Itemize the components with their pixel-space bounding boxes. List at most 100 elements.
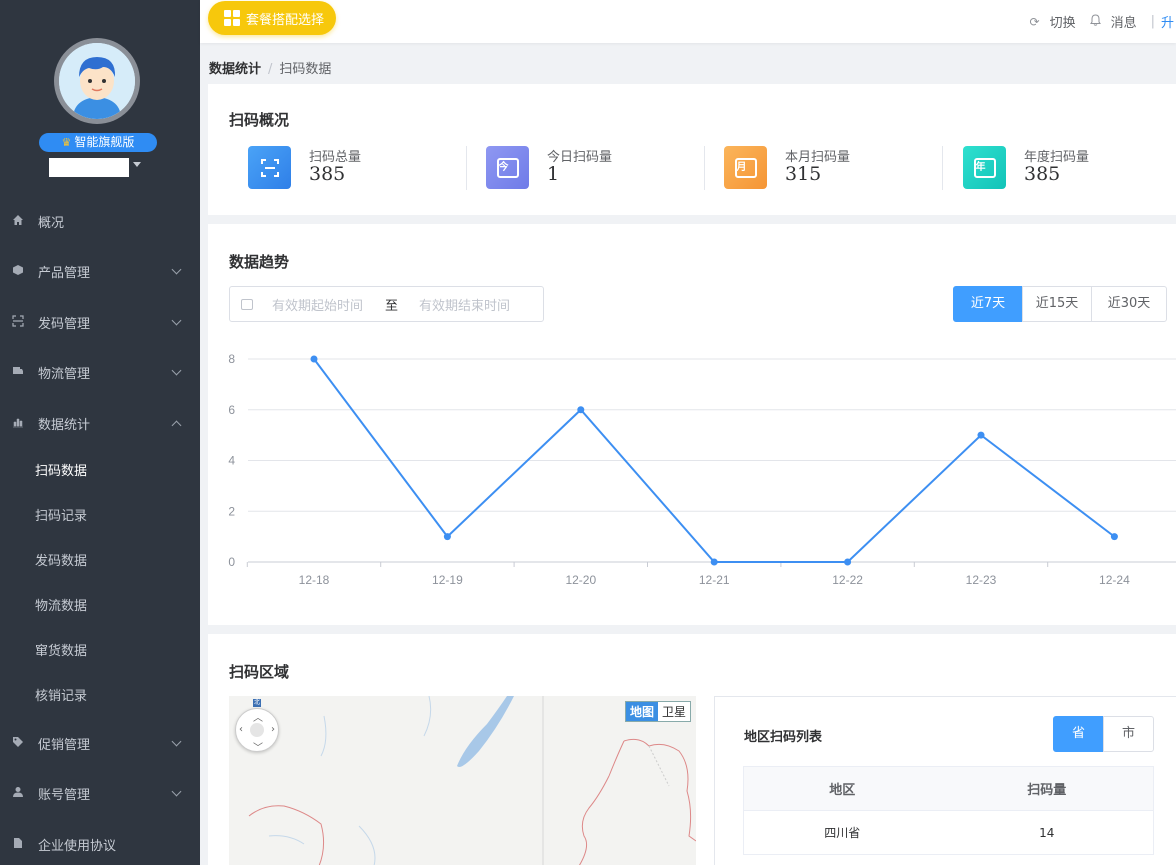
range-30-days-button[interactable]: 近30天 bbox=[1091, 286, 1167, 322]
sidebar-item-code-issue[interactable]: 发码管理 bbox=[0, 297, 200, 347]
y-tick-label: 4 bbox=[228, 454, 235, 468]
refresh-icon: ⟳ bbox=[1029, 14, 1040, 29]
cube-icon bbox=[0, 264, 38, 279]
package-select-button[interactable]: 套餐搭配选择 bbox=[208, 1, 336, 35]
submenu-item-redeem-records[interactable]: 核销记录 bbox=[0, 674, 200, 719]
stat-value: 385 bbox=[1024, 163, 1061, 185]
sidebar-item-accounts[interactable]: 账号管理 bbox=[0, 768, 200, 818]
start-date-input[interactable]: 有效期起始时间 bbox=[272, 295, 363, 314]
bell-icon bbox=[1089, 14, 1101, 29]
trend-title: 数据趋势 bbox=[229, 253, 290, 271]
chevron-down-icon bbox=[171, 365, 182, 376]
divider bbox=[466, 146, 467, 190]
date-range-picker[interactable]: 有效期起始时间 至 有效期结束时间 bbox=[229, 286, 544, 322]
tag-icon bbox=[0, 736, 38, 751]
overview-title: 扫码概况 bbox=[229, 111, 290, 129]
pan-down-icon[interactable]: ﹀ bbox=[253, 739, 263, 754]
data-point[interactable] bbox=[1110, 533, 1118, 541]
bar-chart-icon bbox=[0, 416, 38, 431]
map-type-satellite-button[interactable]: 卫星 bbox=[657, 702, 690, 721]
city-button[interactable]: 市 bbox=[1103, 716, 1154, 752]
map-type-map-button[interactable]: 地图 bbox=[625, 702, 658, 721]
calendar-month-icon: 月 bbox=[724, 146, 767, 189]
range-button-group: 近7天 近15天 近30天 bbox=[953, 286, 1167, 322]
sidebar-item-products[interactable]: 产品管理 bbox=[0, 246, 200, 296]
avatar[interactable] bbox=[54, 38, 140, 124]
stat-value: 385 bbox=[309, 163, 346, 185]
submenu-item-scan-records[interactable]: 扫码记录 bbox=[0, 494, 200, 539]
map-type-toggle: 地图 卫星 bbox=[624, 701, 691, 722]
sidebar-item-label: 产品管理 bbox=[38, 265, 91, 281]
sidebar-item-overview[interactable]: 概况 bbox=[0, 196, 200, 246]
stat-value: 315 bbox=[785, 163, 822, 185]
username-field[interactable] bbox=[49, 158, 129, 177]
pan-left-icon[interactable]: ‹ bbox=[239, 724, 243, 735]
data-point[interactable] bbox=[577, 406, 585, 414]
upgrade-link[interactable]: 升 bbox=[1161, 12, 1174, 31]
range-15-days-button[interactable]: 近15天 bbox=[1022, 286, 1092, 322]
x-tick-label: 12-23 bbox=[966, 573, 997, 587]
region-map[interactable]: 北 ︿ ﹀ ‹ › 地图 卫星 bbox=[229, 696, 696, 865]
submenu-item-diversion-data[interactable]: 窜货数据 bbox=[0, 629, 200, 674]
breadcrumb-parent[interactable]: 数据统计 bbox=[209, 62, 261, 77]
submenu-item-code-data[interactable]: 发码数据 bbox=[0, 539, 200, 584]
data-point[interactable] bbox=[977, 431, 985, 439]
stat-year: 年 年度扫码量 385 bbox=[963, 146, 1176, 190]
map-pan-control[interactable]: ︿ ﹀ ‹ › bbox=[235, 708, 279, 754]
pan-up-icon[interactable]: ︿ bbox=[253, 709, 263, 724]
sidebar-item-statistics[interactable]: 数据统计 bbox=[0, 398, 200, 448]
sidebar-item-agreement[interactable]: 企业使用协议 bbox=[0, 819, 200, 865]
pan-right-icon[interactable]: › bbox=[271, 724, 275, 735]
table-cell: 14 bbox=[940, 810, 1154, 855]
home-icon bbox=[0, 214, 38, 229]
user-icon bbox=[0, 786, 38, 801]
sidebar-item-logistics[interactable]: 物流管理 bbox=[0, 347, 200, 397]
stat-value: 1 bbox=[547, 163, 560, 185]
end-date-input[interactable]: 有效期结束时间 bbox=[419, 295, 510, 314]
table-header-row: 地区 扫码量 bbox=[743, 766, 1154, 811]
data-point[interactable] bbox=[443, 533, 451, 541]
overview-card: 扫码概况 扫码总量 385 今 今日扫码量 1 月 本月扫码量 315 年 年度… bbox=[208, 84, 1176, 215]
vip-label: 智能旗舰版 bbox=[74, 135, 135, 149]
top-bar: 套餐搭配选择 ⟳ 切换 消息 | 升 bbox=[200, 0, 1176, 43]
sidebar-item-promotions[interactable]: 促销管理 bbox=[0, 718, 200, 768]
chevron-up-icon bbox=[171, 420, 182, 431]
range-separator: 至 bbox=[385, 298, 399, 314]
x-tick-label: 12-21 bbox=[699, 573, 730, 587]
data-point[interactable] bbox=[844, 558, 852, 566]
x-tick-label: 12-19 bbox=[432, 573, 463, 587]
messages-button[interactable]: 消息 bbox=[1089, 12, 1137, 31]
stat-today: 今 今日扫码量 1 bbox=[486, 146, 716, 190]
submenu-item-logistics-data[interactable]: 物流数据 bbox=[0, 584, 200, 629]
breadcrumb: 数据统计 / 扫码数据 bbox=[209, 58, 331, 77]
range-7-days-button[interactable]: 近7天 bbox=[953, 286, 1023, 322]
column-header-region[interactable]: 地区 bbox=[743, 766, 941, 811]
divider bbox=[704, 146, 705, 190]
caret-down-icon[interactable] bbox=[133, 162, 141, 167]
calendar-today-icon: 今 bbox=[486, 146, 529, 189]
data-point[interactable] bbox=[310, 355, 318, 363]
grid-icon bbox=[224, 10, 240, 26]
stat-month: 月 本月扫码量 315 bbox=[724, 146, 954, 190]
column-header-scans[interactable]: 扫码量 bbox=[940, 766, 1154, 811]
messages-label: 消息 bbox=[1110, 16, 1137, 31]
switch-button[interactable]: ⟳ 切换 bbox=[1029, 12, 1076, 32]
y-tick-label: 0 bbox=[228, 555, 235, 569]
breadcrumb-current: 扫码数据 bbox=[279, 62, 332, 77]
x-tick-label: 12-18 bbox=[299, 573, 330, 587]
data-point[interactable] bbox=[710, 558, 718, 566]
table-row[interactable]: 四川省 14 bbox=[743, 810, 1154, 855]
vip-badge: ♛ 智能旗舰版 bbox=[39, 133, 157, 152]
calendar-year-icon: 年 bbox=[963, 146, 1006, 189]
divider bbox=[942, 146, 943, 190]
x-tick-label: 12-22 bbox=[832, 573, 863, 587]
region-level-toggle: 省 市 bbox=[1053, 716, 1154, 752]
submenu-item-scan-data[interactable]: 扫码数据 bbox=[0, 449, 200, 494]
sidebar: ♛ 智能旗舰版 概况 产品管理 发码管理 物流管理 数据统计 扫码数据 扫码记录… bbox=[0, 0, 200, 865]
region-list-panel: 地区扫码列表 省 市 地区 扫码量 四川省 14 bbox=[714, 696, 1176, 865]
province-button[interactable]: 省 bbox=[1053, 716, 1104, 752]
switch-label: 切换 bbox=[1049, 16, 1076, 31]
divider: | bbox=[1150, 14, 1155, 29]
crown-icon: ♛ bbox=[61, 136, 72, 149]
trend-card: 数据趋势 有效期起始时间 至 有效期结束时间 近7天 近15天 近30天 0 2 4… bbox=[208, 224, 1176, 625]
